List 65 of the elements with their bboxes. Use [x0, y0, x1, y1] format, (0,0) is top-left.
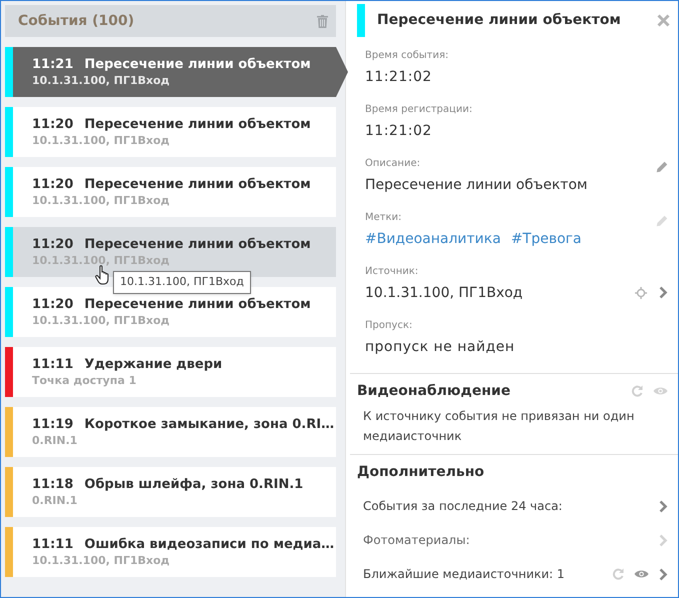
event-item[interactable]: 11:11 Ошибка видеозаписи по медиа… 10.1.31.100, ПГ1Вход — [13, 527, 336, 577]
event-title: Пересечение линии объектом — [84, 296, 311, 313]
event-title: Удержание двери — [84, 356, 222, 373]
field-label: Пропуск: — [365, 319, 412, 333]
event-title: Короткое замыкание, зона 0.RI… — [84, 416, 334, 433]
chevron-right-icon[interactable] — [659, 500, 668, 512]
event-time: 11:18 — [32, 476, 74, 493]
hand-cursor-icon — [95, 265, 111, 285]
event-title: Пересечение линии объектом — [84, 176, 311, 193]
field-label: Источник: — [365, 265, 418, 279]
event-title: Пересечение линии объектом — [84, 116, 311, 133]
eye-icon[interactable] — [634, 569, 649, 579]
event-title: Ошибка видеозаписи по медиа… — [84, 536, 334, 553]
section-title: Видеонаблюдение — [357, 382, 510, 400]
event-title: Пересечение линии объектом — [84, 236, 311, 253]
details-title: Пересечение линии объектом — [377, 11, 622, 30]
event-source: Точка доступа 1 — [32, 373, 136, 388]
selection-pointer-icon — [335, 47, 348, 97]
event-title: Обрыв шлейфа, зона 0.RIN.1 — [84, 476, 304, 493]
event-item[interactable]: 11:20 Пересечение линии объектом 10.1.31.100, ПГ1Вход — [13, 287, 336, 337]
field-label: Время события: — [365, 49, 448, 63]
event-item[interactable]: 11:20 Пересечение линии объектом 10.1.31.100, ПГ1Вход — [13, 107, 336, 157]
field-value: 10.1.31.100, ПГ1Вход — [365, 284, 523, 303]
event-time: 11:20 — [32, 296, 74, 313]
details-link-row[interactable]: Ближайшие медиаисточники: 1 — [346, 557, 678, 591]
event-item[interactable]: 11:11 Удержание двери Точка доступа 1 — [13, 347, 336, 397]
trash-icon[interactable] — [317, 14, 328, 28]
event-source: 0.RIN.1 — [32, 493, 78, 508]
pencil-icon[interactable] — [656, 161, 668, 173]
field-value: пропуск не найден — [365, 338, 515, 357]
field-value: Пересечение линии объектом — [365, 176, 588, 195]
field-label: Время регистрации: — [365, 103, 472, 117]
event-source: 10.1.31.100, ПГ1Вход — [32, 313, 170, 328]
eye-icon[interactable] — [653, 386, 668, 396]
event-time: 11:11 — [32, 536, 74, 553]
event-time: 11:20 — [32, 116, 74, 133]
event-time: 11:20 — [32, 236, 74, 253]
field-label: Метки: — [365, 211, 402, 225]
tooltip: 10.1.31.100, ПГ1Вход — [113, 271, 251, 294]
section-title: Дополнительно — [357, 462, 484, 482]
event-item[interactable]: 11:18 Обрыв шлейфа, зона 0.RIN.1 0.RIN.1 — [13, 467, 336, 517]
crosshair-icon[interactable] — [635, 286, 647, 298]
event-time: 11:19 — [32, 416, 74, 433]
event-source: 0.RIN.1 — [32, 433, 78, 448]
event-source: 10.1.31.100, ПГ1Вход — [32, 193, 170, 208]
refresh-icon[interactable] — [612, 568, 624, 580]
close-icon[interactable] — [657, 14, 670, 27]
event-time: 11:21 — [32, 56, 74, 73]
event-item[interactable]: 11:19 Короткое замыкание, зона 0.RI… 0.RIN.1 — [13, 407, 336, 457]
chevron-right-icon[interactable] — [659, 286, 668, 299]
event-source: 10.1.31.100, ПГ1Вход — [32, 133, 170, 148]
video-message: К источнику события не привязан ни один медиаисточник — [362, 408, 636, 445]
event-item[interactable]: 11:20 Пересечение линии объектом 10.1.31.100, ПГ1Вход — [13, 167, 336, 217]
event-source: 10.1.31.100, ПГ1Вход — [32, 73, 170, 88]
details-link-row[interactable]: События за последние 24 часа: — [346, 489, 678, 523]
field-value: 11:21:02 — [365, 122, 432, 141]
event-source: 10.1.31.100, ПГ1Вход — [32, 553, 170, 568]
field-value: 11:21:02 — [365, 68, 432, 87]
refresh-icon[interactable] — [631, 385, 643, 397]
event-title: Пересечение линии объектом — [84, 56, 311, 73]
field-label: Описание: — [365, 157, 420, 171]
chevron-right-icon[interactable] — [659, 568, 668, 580]
event-time: 11:11 — [32, 356, 74, 373]
event-time: 11:20 — [32, 176, 74, 193]
events-title: События (100) — [18, 12, 134, 30]
